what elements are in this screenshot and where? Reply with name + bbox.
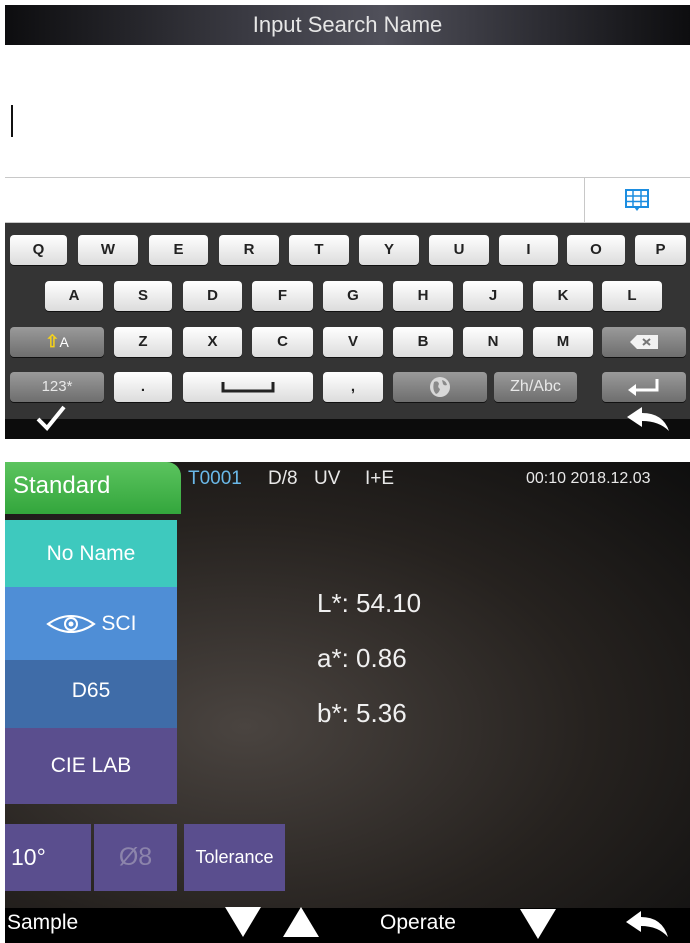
shift-key[interactable]: ⇧A [10,327,104,357]
suggestion-divider [584,178,585,222]
up-arrow-icon[interactable] [281,905,321,939]
page-down-arrow-icon[interactable] [518,907,558,941]
suggestion-bar [5,177,690,223]
tolerance-button[interactable]: Tolerance [184,824,285,891]
key-x[interactable]: X [183,327,242,357]
screen-title: Input Search Name [5,5,690,45]
key-e[interactable]: E [149,235,208,265]
eye-icon [45,615,96,634]
key-f[interactable]: F [252,281,313,311]
down-arrow-icon[interactable] [223,905,263,939]
key-b[interactable]: B [393,327,453,357]
reading-l-value: 54.10 [356,588,422,618]
shift-key-label: A [59,334,69,350]
illuminant-item[interactable]: D65 [5,660,177,728]
uv-label: UV [314,468,341,489]
specular-label: I+E [365,468,395,489]
space-bar-icon [221,382,275,393]
aperture-item[interactable]: Ø8 [94,824,177,891]
key-p[interactable]: P [635,235,686,265]
keyboard-screen: Input Search Name Q W E R T Y U I O P A … [5,5,690,439]
confirm-check-icon[interactable] [35,404,67,432]
back-arrow-icon[interactable] [625,406,671,432]
keyboard-bottom-bar [5,419,690,439]
measurement-screen: Standard T0001 D/8 UV I+E 00:10 2018.12.… [5,462,690,943]
operate-button[interactable]: Operate [380,911,456,935]
key-v[interactable]: V [323,327,383,357]
grid-keyboard-icon[interactable] [625,189,649,211]
language-key[interactable]: Zh/Abc [494,372,577,402]
key-d[interactable]: D [183,281,242,311]
key-q[interactable]: Q [10,235,67,265]
key-w[interactable]: W [78,235,138,265]
key-z[interactable]: Z [114,327,172,357]
reading-l-label: L*: [317,588,349,618]
comma-key[interactable]: , [323,372,383,402]
key-i[interactable]: I [499,235,558,265]
datetime: 00:10 2018.12.03 [526,470,651,487]
keyboard: Q W E R T Y U I O P A S D F G H J K L ⇧A… [5,223,690,419]
globe-key[interactable] [393,372,487,402]
key-u[interactable]: U [429,235,489,265]
key-h[interactable]: H [393,281,453,311]
space-key[interactable] [183,372,313,402]
enter-key[interactable] [602,372,686,402]
key-c[interactable]: C [252,327,313,357]
key-l[interactable]: L [602,281,662,311]
backspace-icon [630,335,658,350]
shift-arrow-icon: ⇧ [45,332,60,351]
backspace-key[interactable] [602,327,686,357]
enter-icon [628,379,659,397]
key-o[interactable]: O [567,235,625,265]
globe-icon [430,377,450,398]
key-y[interactable]: Y [359,235,419,265]
reading-a: a*: 0.86 [317,643,407,674]
sample-button[interactable]: Sample [7,911,78,935]
standard-id: T0001 [188,468,242,489]
return-arrow-icon[interactable] [624,910,670,938]
key-j[interactable]: J [463,281,523,311]
key-t[interactable]: T [289,235,349,265]
reading-l: L*: 54.10 [317,588,421,619]
measure-mode-label: SCI [101,612,137,635]
observer-item[interactable]: 10° [5,824,91,891]
reading-b-value: 5.36 [356,698,407,728]
standard-tab-label: Standard [13,472,111,499]
sample-name-item[interactable]: No Name [5,520,177,587]
reading-a-label: a*: [317,643,349,673]
period-key[interactable]: . [114,372,172,402]
key-r[interactable]: R [219,235,279,265]
measure-mode-item[interactable]: SCI [5,587,177,660]
reading-b-label: b*: [317,698,349,728]
key-m[interactable]: M [533,327,593,357]
measure-bottom-bar [5,908,690,943]
color-space-item[interactable]: CIE LAB [5,728,177,804]
numbers-key[interactable]: 123* [10,372,104,402]
reading-b: b*: 5.36 [317,698,407,729]
text-input-caret[interactable] [11,105,13,137]
geometry-label: D/8 [268,468,298,489]
reading-a-value: 0.86 [356,643,407,673]
key-a[interactable]: A [45,281,103,311]
key-n[interactable]: N [463,327,523,357]
key-g[interactable]: G [323,281,383,311]
key-s[interactable]: S [114,281,172,311]
standard-tab[interactable]: Standard [5,462,181,514]
key-k[interactable]: K [533,281,593,311]
